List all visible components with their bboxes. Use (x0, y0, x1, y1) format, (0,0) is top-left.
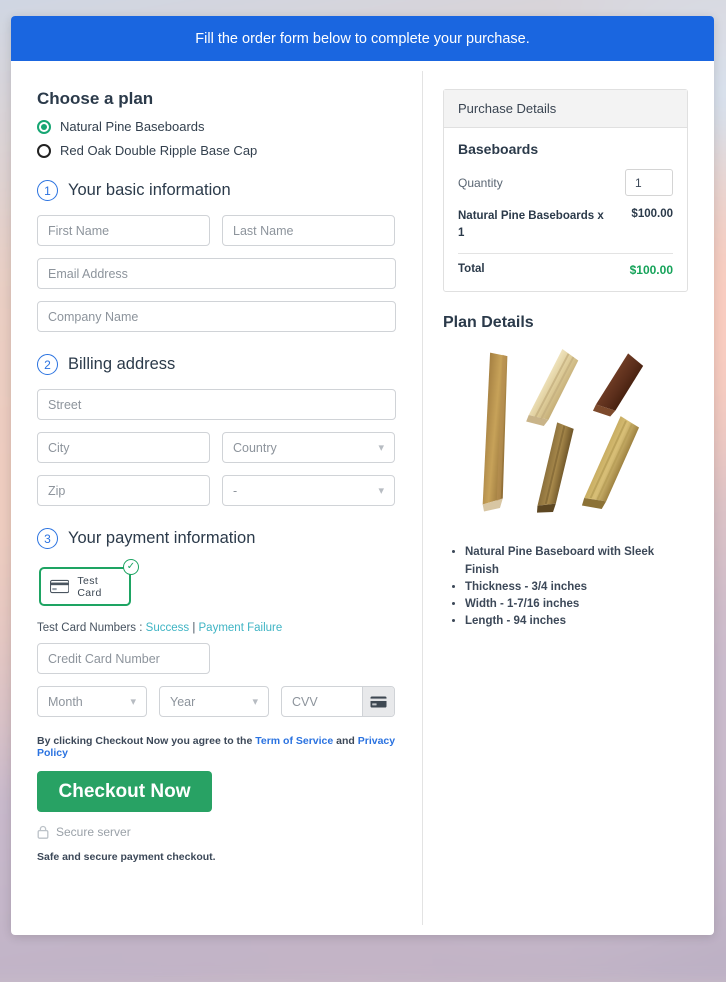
city-input[interactable]: City (37, 432, 210, 463)
cvv-input[interactable]: CVV (281, 686, 395, 717)
spec-item: Natural Pine Baseboard with Sleek Finish (465, 544, 688, 579)
checkout-now-button[interactable]: Checkout Now (37, 771, 212, 812)
total-separator (458, 253, 673, 255)
test-card-numbers-note: Test Card Numbers : Success | Payment Fa… (37, 622, 422, 634)
country-select-value: Country (233, 440, 277, 455)
credit-card-icon (370, 696, 387, 707)
page-banner: Fill the order form below to complete yo… (11, 16, 714, 61)
product-spec-list: Natural Pine Baseboard with Sleek Finish… (443, 544, 688, 630)
cvv-placeholder-text: CVV (292, 694, 318, 709)
country-select[interactable]: Country ▾ (222, 432, 395, 463)
payment-method-label: Test Card (77, 574, 102, 599)
test-card-success-link[interactable]: Success (146, 622, 189, 634)
terms-and: and (333, 735, 358, 747)
total-label: Total (458, 263, 485, 276)
first-name-input[interactable]: First Name (37, 215, 210, 246)
expiry-month-value: Month (48, 694, 83, 709)
terms-prefix: By clicking Checkout Now you agree to th… (37, 735, 256, 747)
secure-server-note: Secure server (37, 825, 422, 839)
summary-column: Purchase Details Baseboards Quantity 1 N… (423, 61, 714, 935)
payment-method-test-card[interactable]: Test Card (39, 567, 131, 606)
plan-option-label: Natural Pine Baseboards (60, 119, 205, 134)
chevron-down-icon: ▾ (378, 485, 384, 497)
spec-item: Length - 94 inches (465, 613, 688, 630)
molding-piece (482, 353, 508, 512)
molding-piece (526, 349, 579, 427)
chevron-down-icon: ▾ (252, 696, 258, 708)
cvv-help-button[interactable] (362, 687, 394, 716)
molding-piece (581, 416, 640, 510)
step-number-badge: 2 (37, 354, 58, 375)
payment-method-wrapper: Test Card ✓ (39, 559, 139, 606)
step-2-header: 2 Billing address (37, 354, 422, 375)
expiry-month-select[interactable]: Month ▾ (37, 686, 147, 717)
step-number-badge: 3 (37, 528, 58, 549)
step-3-title: Your payment information (68, 529, 256, 547)
plan-option-red-oak[interactable]: Red Oak Double Ripple Base Cap (37, 143, 422, 158)
step-1-title: Your basic information (68, 181, 231, 199)
terms-of-service-link[interactable]: Term of Service (255, 735, 333, 747)
plan-option-natural-pine[interactable]: Natural Pine Baseboards (37, 119, 422, 134)
lock-icon (37, 825, 49, 839)
total-amount: $100.00 (629, 263, 673, 278)
quantity-input[interactable]: 1 (625, 169, 673, 196)
spec-item: Width - 1-7/16 inches (465, 596, 688, 613)
total-row: Total $100.00 (458, 263, 673, 277)
credit-card-icon (50, 579, 70, 594)
purchase-details-panel: Purchase Details Baseboards Quantity 1 N… (443, 89, 688, 293)
purchase-details-header: Purchase Details (444, 90, 687, 128)
test-card-failure-link[interactable]: Payment Failure (199, 622, 283, 634)
molding-piece (536, 422, 574, 513)
plan-option-label: Red Oak Double Ripple Base Cap (60, 143, 258, 158)
checkout-card: Fill the order form below to complete yo… (11, 16, 714, 935)
quantity-label: Quantity (458, 175, 503, 190)
safe-checkout-note: Safe and secure payment checkout. (37, 851, 216, 863)
last-name-input[interactable]: Last Name (222, 215, 395, 246)
chevron-down-icon: ▾ (378, 442, 384, 454)
purchase-group-title: Baseboards (458, 141, 539, 157)
spec-item: Thickness - 3/4 inches (465, 579, 688, 596)
terms-agreement-text: By clicking Checkout Now you agree to th… (37, 735, 422, 759)
state-select-value: - (233, 483, 238, 498)
line-item-amount: $100.00 (631, 208, 673, 220)
line-item-row: Natural Pine Baseboards x 1 $100.00 (458, 208, 673, 241)
plan-details-heading: Plan Details (443, 314, 534, 332)
street-input[interactable]: Street (37, 389, 396, 420)
test-card-prefix: Test Card Numbers : (37, 622, 146, 634)
radio-selected-icon[interactable] (37, 119, 51, 134)
expiry-year-select[interactable]: Year ▾ (159, 686, 269, 717)
email-input[interactable]: Email Address (37, 258, 396, 289)
expiry-year-value: Year (170, 694, 196, 709)
product-image (482, 349, 644, 513)
banner-text: Fill the order form below to complete yo… (195, 30, 530, 47)
chevron-down-icon: ▾ (130, 696, 136, 708)
line-item-name: Natural Pine Baseboards x 1 (458, 210, 604, 239)
quantity-row: Quantity 1 (458, 169, 673, 196)
test-card-divider: | (189, 622, 199, 634)
step-2-title: Billing address (68, 355, 176, 373)
credit-card-number-input[interactable]: Credit Card Number (37, 643, 210, 674)
radio-unselected-icon[interactable] (37, 143, 51, 158)
step-number-badge: 1 (37, 180, 58, 201)
step-1-header: 1 Your basic information (37, 180, 422, 201)
check-circle-icon: ✓ (123, 559, 139, 575)
secure-server-label: Secure server (56, 825, 131, 839)
company-input[interactable]: Company Name (37, 301, 396, 332)
step-3-header: 3 Your payment information (37, 528, 422, 549)
zip-input[interactable]: Zip (37, 475, 210, 506)
choose-plan-heading: Choose a plan (37, 89, 154, 108)
state-select[interactable]: - ▾ (222, 475, 395, 506)
molding-piece (592, 353, 644, 417)
order-form-column: Choose a plan Natural Pine Baseboards Re… (11, 61, 422, 935)
